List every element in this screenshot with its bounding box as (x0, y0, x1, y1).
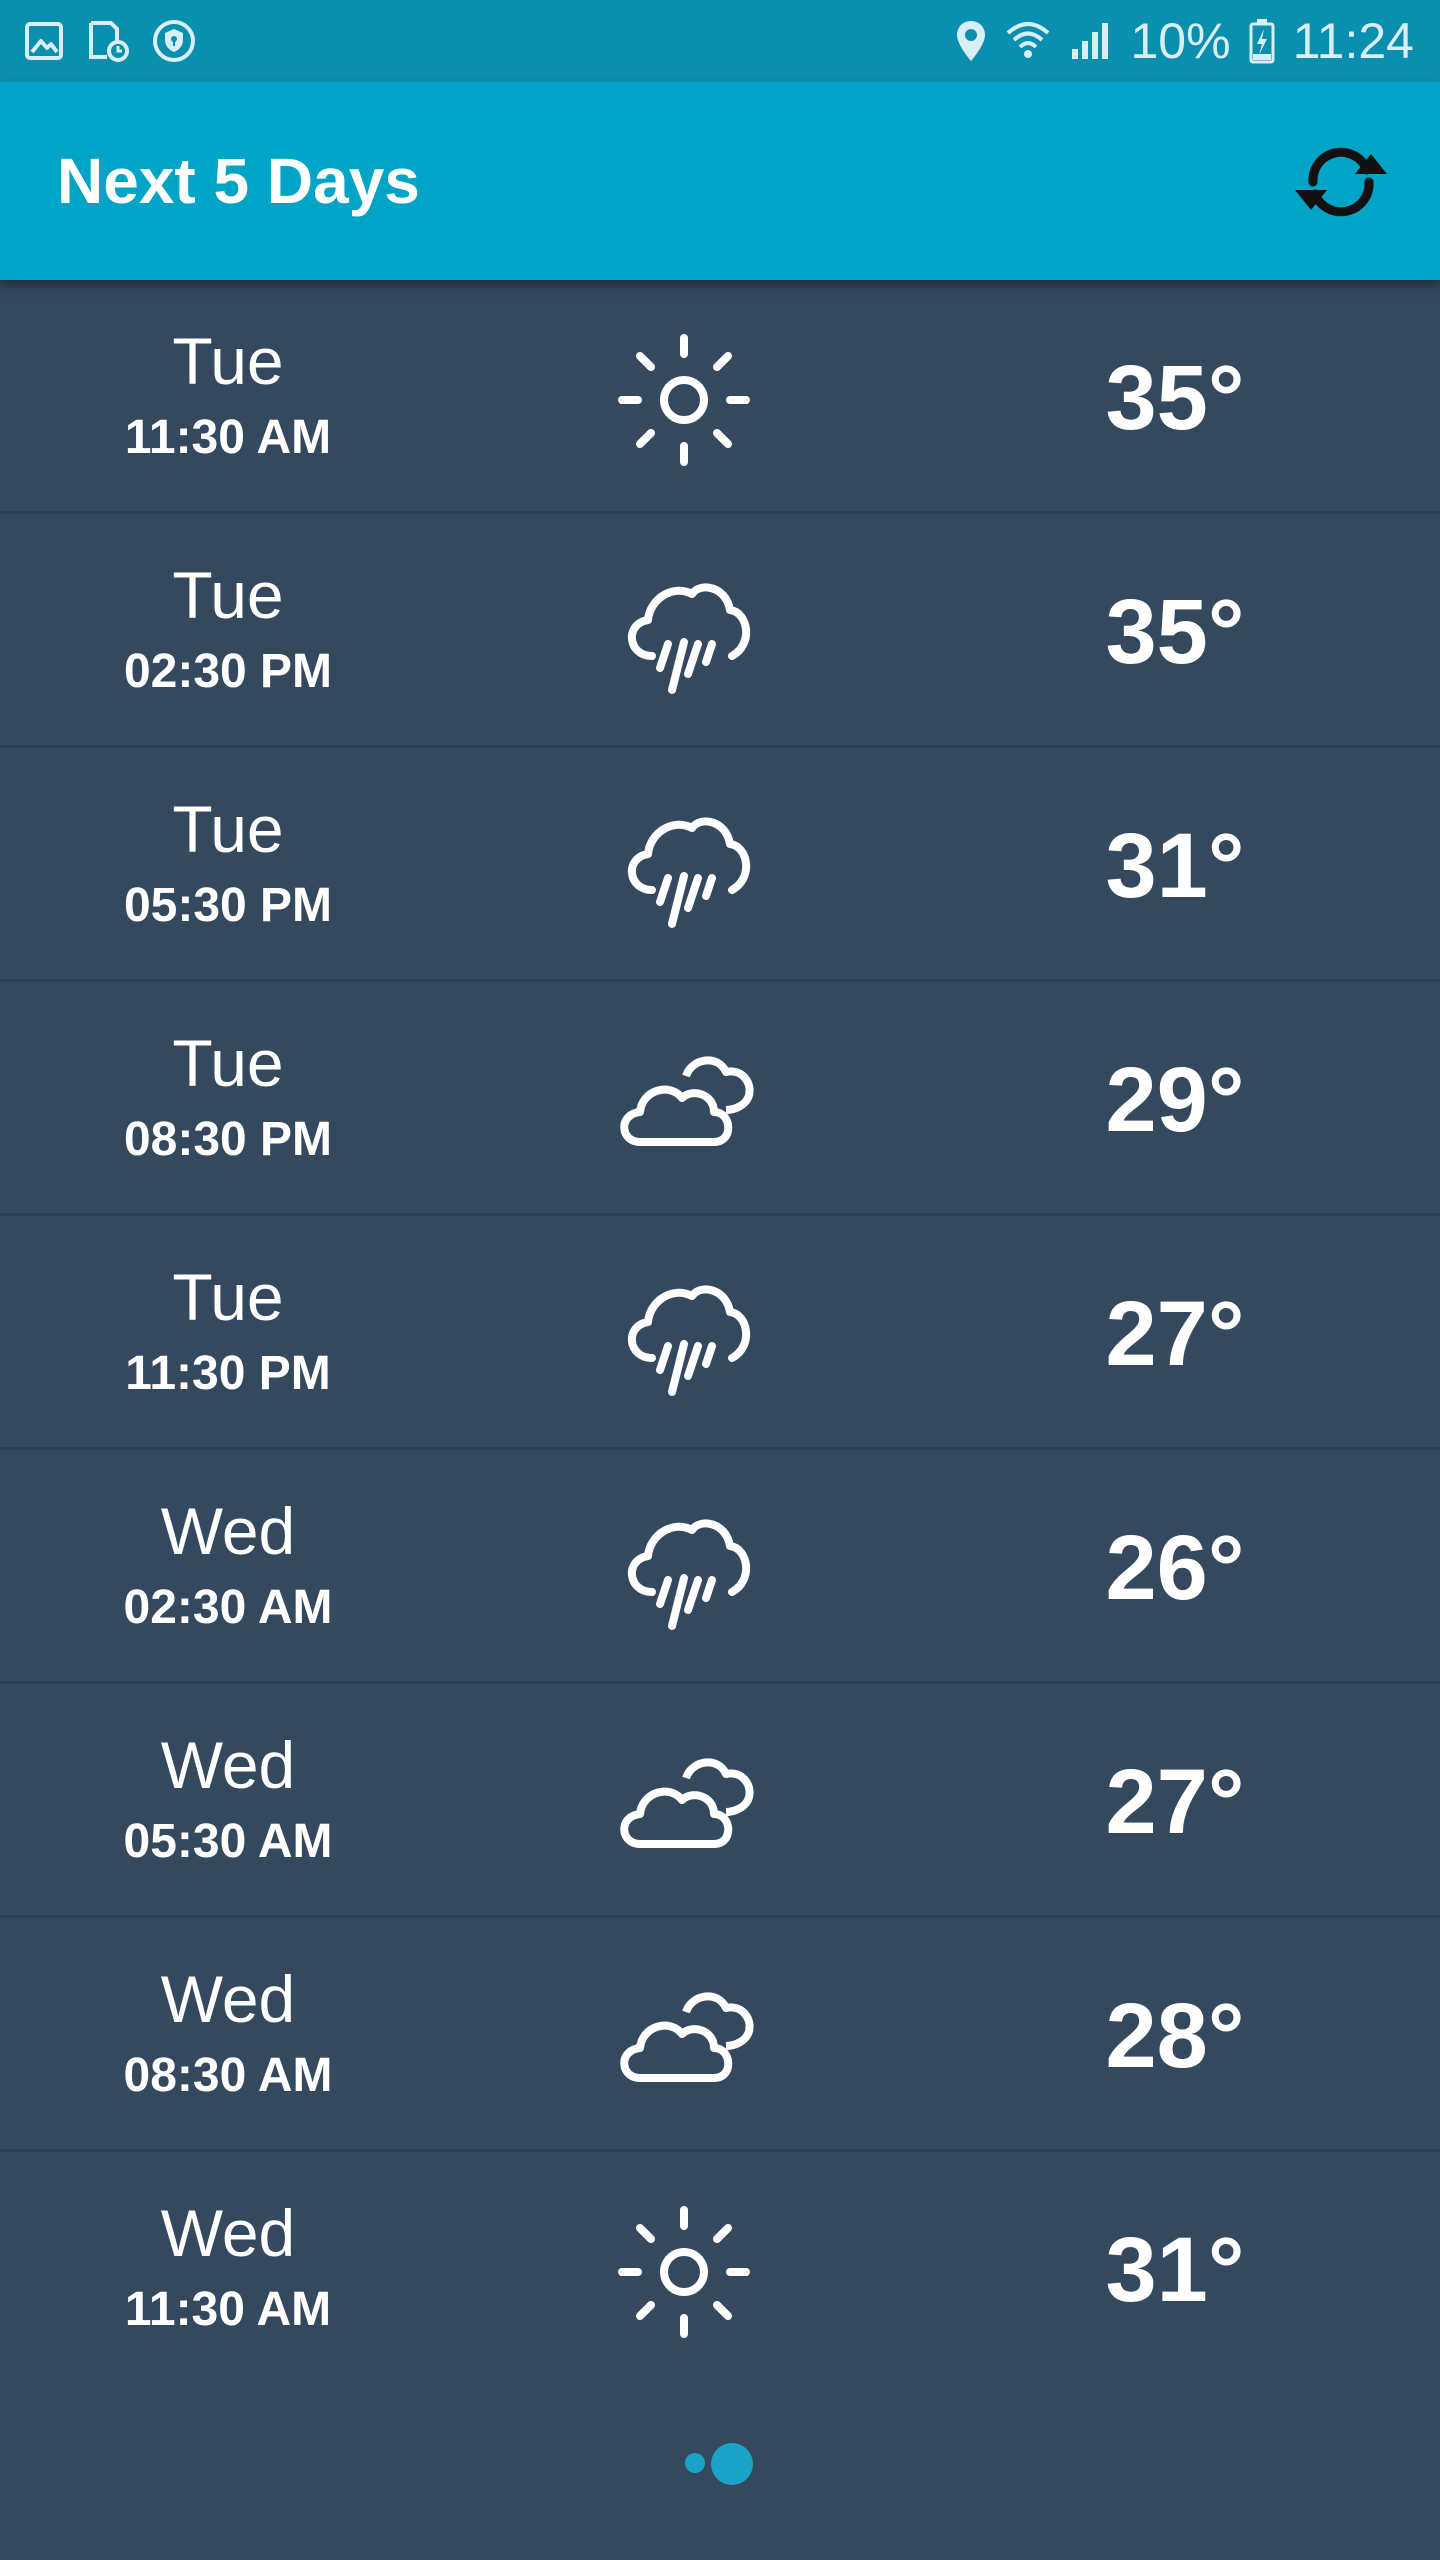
forecast-temperature: 29° (1105, 1049, 1245, 1151)
forecast-day: Wed (160, 1494, 296, 1568)
battery-percent: 10% (1130, 13, 1231, 69)
forecast-time: 11:30 AM (124, 2283, 332, 2336)
forecast-temperature: 28° (1105, 1985, 1245, 2087)
clouds-icon (604, 1027, 764, 1177)
forecast-day: Tue (172, 558, 284, 632)
refresh-button[interactable] (1282, 134, 1400, 234)
rain-icon (604, 1495, 764, 1645)
forecast-temperature: 31° (1105, 2219, 1245, 2321)
forecast-row[interactable]: Tue 11:30 AM 35° (0, 280, 1440, 514)
status-bar: 10% 11:24 (0, 0, 1440, 82)
rain-icon (604, 559, 764, 709)
forecast-temperature: 35° (1105, 581, 1245, 683)
forecast-time: 11:30 PM (125, 1347, 331, 1400)
forecast-temperature: 35° (1105, 347, 1245, 449)
status-left-icons (24, 0, 196, 82)
forecast-temperature: 27° (1105, 1283, 1245, 1385)
status-right-icons: 10% 11:24 (955, 0, 1414, 82)
forecast-time: 05:30 PM (123, 879, 333, 932)
page-indicator[interactable] (678, 2438, 768, 2488)
forecast-row[interactable]: Tue 11:30 PM 27° (0, 1216, 1440, 1450)
sun-icon (604, 325, 764, 475)
status-time: 11:24 (1292, 13, 1414, 69)
page-dot-2-active[interactable] (711, 2443, 753, 2485)
forecast-time: 11:30 AM (124, 411, 332, 464)
location-icon (955, 19, 987, 63)
wifi-icon (1005, 19, 1051, 63)
rain-icon (604, 1261, 764, 1411)
forecast-day: Tue (172, 1260, 284, 1334)
forecast-day: Wed (160, 1962, 296, 2036)
vpn-shield-icon (152, 19, 196, 63)
signal-icon (1069, 19, 1113, 63)
forecast-row[interactable]: Wed 11:30 AM 31° (0, 2152, 1440, 2383)
rain-icon (604, 793, 764, 943)
forecast-day: Wed (160, 1728, 296, 1802)
forecast-row[interactable]: Tue 05:30 PM 31° (0, 748, 1440, 982)
app-bar: Next 5 Days (0, 82, 1440, 280)
forecast-row[interactable]: Tue 02:30 PM 35° (0, 514, 1440, 748)
gallery-icon (24, 21, 64, 61)
forecast-list[interactable]: Tue 11:30 AM 35° Tue 02:30 PM 35° Tue 05… (0, 280, 1440, 2383)
clouds-icon (604, 1963, 764, 2113)
forecast-day: Tue (172, 792, 284, 866)
forecast-time: 08:30 AM (123, 2049, 333, 2102)
forecast-time: 08:30 PM (123, 1113, 333, 1166)
refresh-icon (1289, 140, 1393, 229)
page-title: Next 5 Days (57, 145, 420, 217)
clouds-icon (604, 1729, 764, 1879)
page-dot-1[interactable] (685, 2453, 705, 2473)
forecast-row[interactable]: Wed 08:30 AM 28° (0, 1918, 1440, 2152)
forecast-day: Tue (172, 1026, 284, 1100)
forecast-temperature: 27° (1105, 1751, 1245, 1853)
forecast-time: 02:30 PM (123, 645, 333, 698)
sd-card-icon (86, 19, 130, 63)
battery-charging-icon (1249, 18, 1275, 64)
forecast-day: Tue (172, 324, 284, 398)
forecast-row[interactable]: Wed 05:30 AM 27° (0, 1684, 1440, 1918)
forecast-temperature: 31° (1105, 815, 1245, 917)
forecast-row[interactable]: Wed 02:30 AM 26° (0, 1450, 1440, 1684)
forecast-day: Wed (160, 2196, 296, 2270)
sun-icon (604, 2197, 764, 2347)
forecast-row[interactable]: Tue 08:30 PM 29° (0, 982, 1440, 1216)
forecast-temperature: 26° (1105, 1517, 1245, 1619)
forecast-time: 02:30 AM (123, 1581, 333, 1634)
forecast-time: 05:30 AM (123, 1815, 333, 1868)
